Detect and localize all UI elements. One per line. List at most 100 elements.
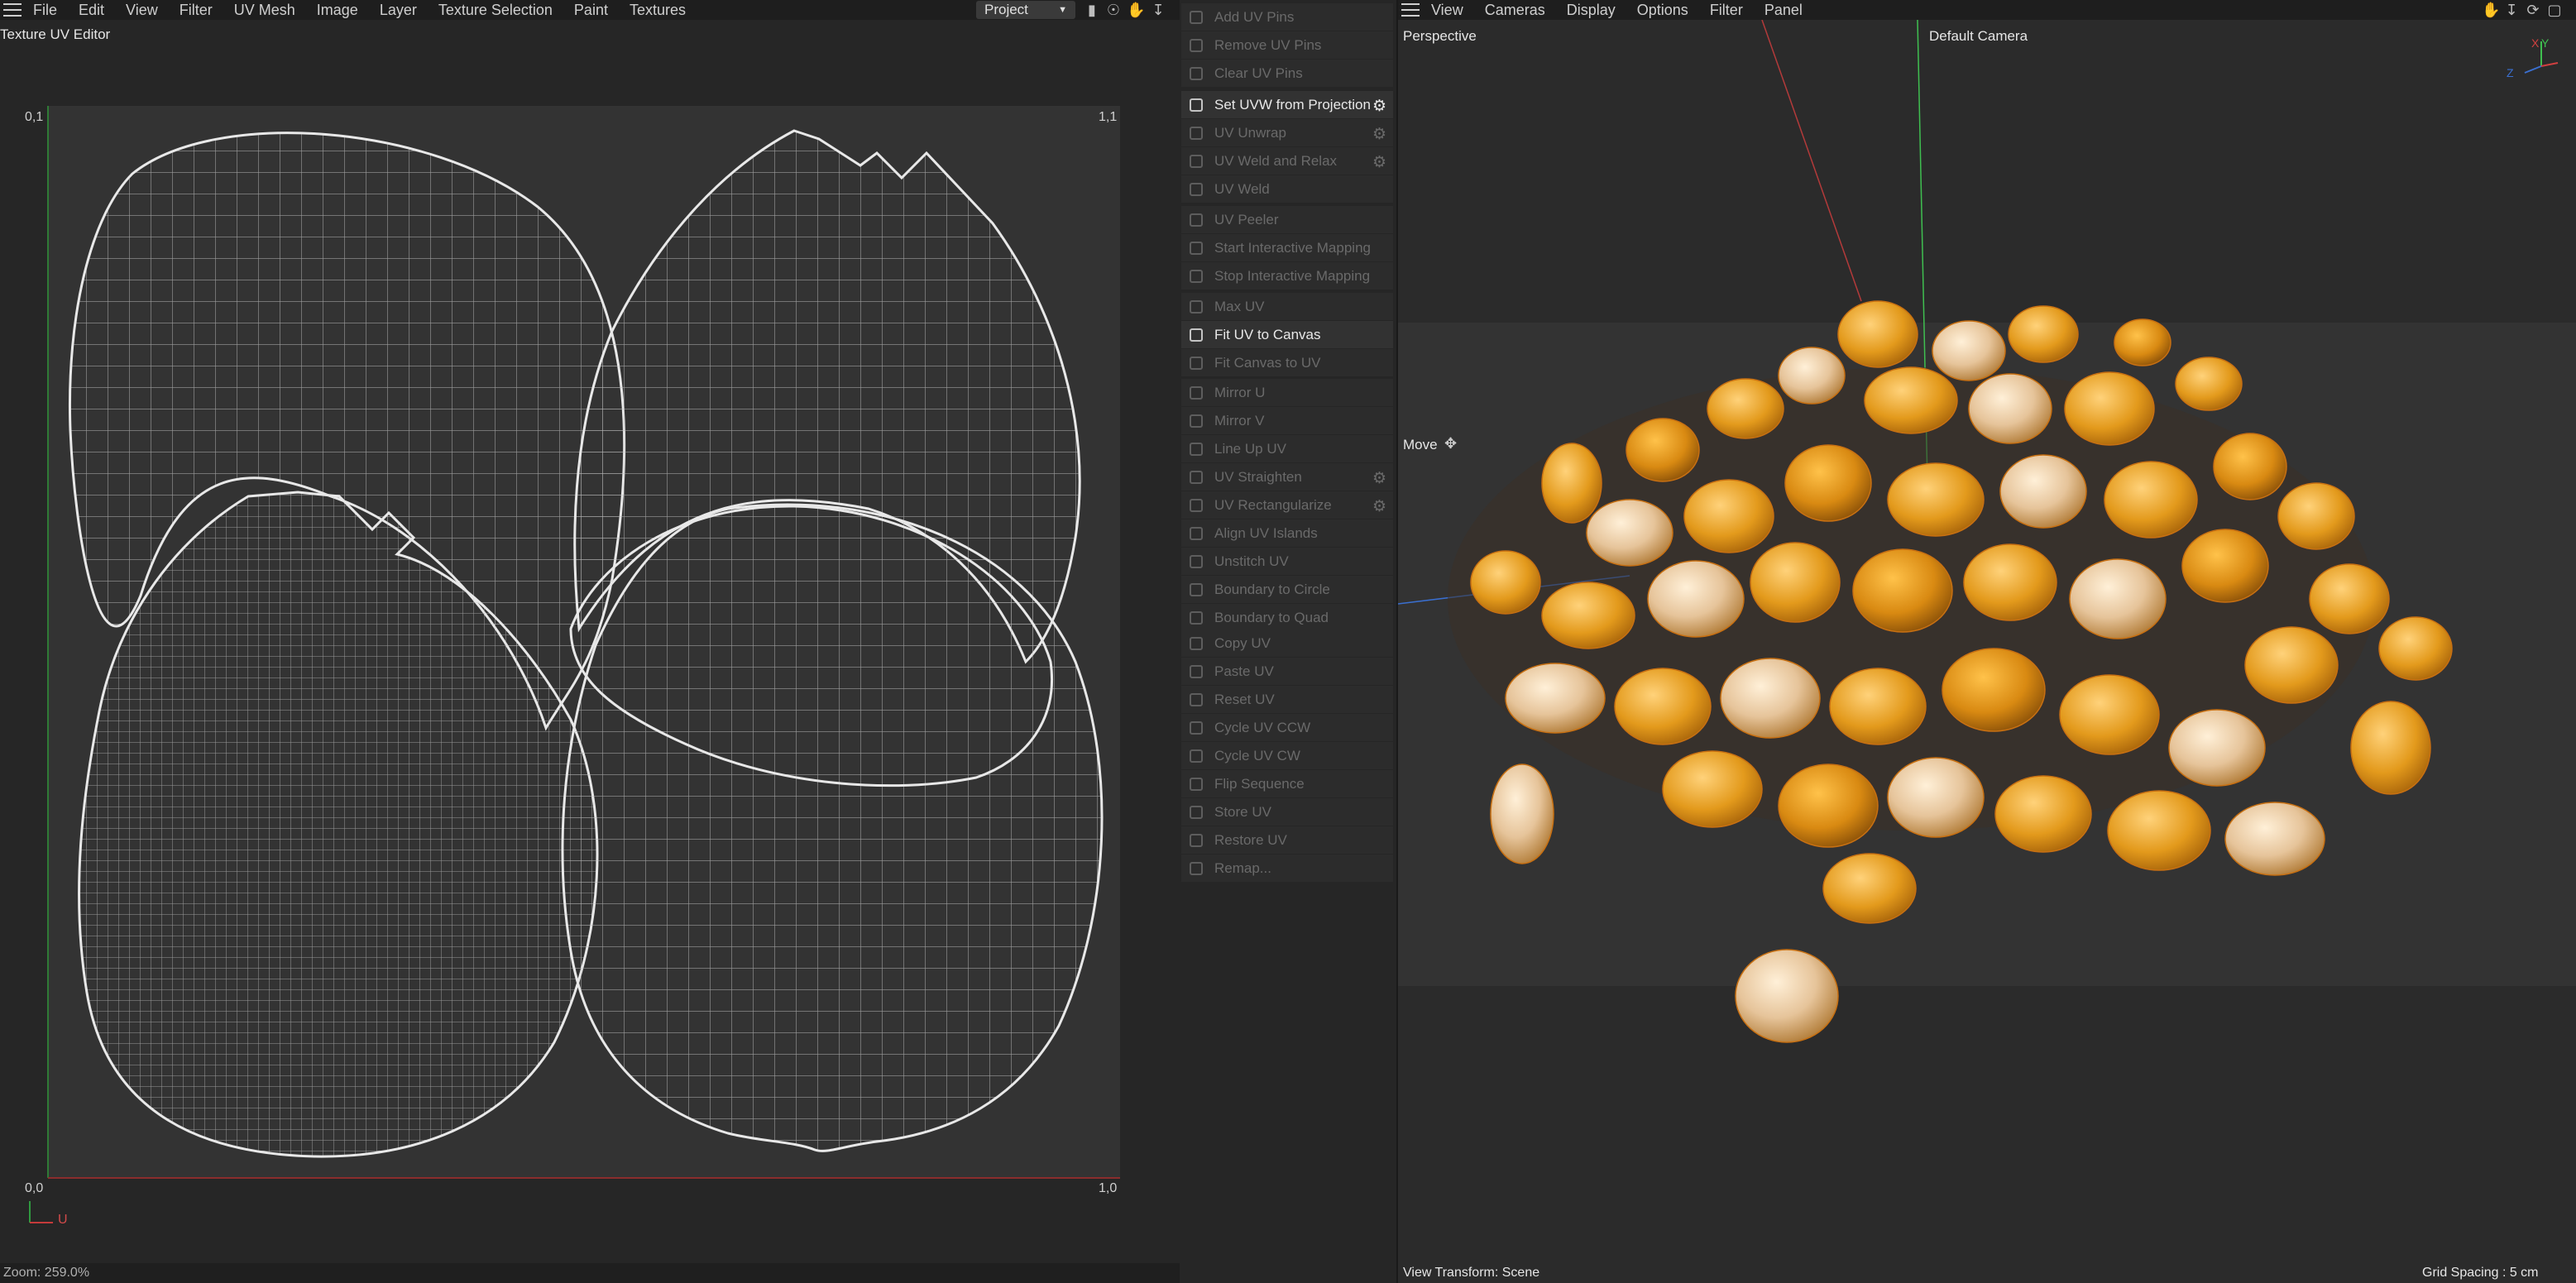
cmd-label: Stop Interactive Mapping (1214, 267, 1371, 284)
straighten-icon (1190, 470, 1203, 484)
view-transform-label: View Transform: Scene (1403, 1266, 1540, 1280)
grid-spacing-label: Grid Spacing : 5 cm (2422, 1266, 2539, 1280)
cmd-label: Boundary to Circle (1214, 581, 1330, 597)
cmd-flip-sequence[interactable]: Flip Sequence (1181, 770, 1393, 798)
viewport-menu-hamburger-icon[interactable] (1401, 3, 1420, 17)
cmd-label: Paste UV (1214, 663, 1274, 679)
max-uv-icon (1190, 299, 1203, 314)
vp-menu-panel[interactable]: Panel (1764, 2, 1803, 19)
cmd-label: UV Unwrap (1214, 124, 1286, 141)
vp-menu-options[interactable]: Options (1637, 2, 1688, 19)
rectangularize-icon (1190, 498, 1203, 512)
uv-status-bar (0, 1263, 1180, 1283)
uv-corner-top-left: 0,1 (25, 110, 44, 124)
cmd-boundary-to-circle[interactable]: Boundary to Circle (1181, 576, 1393, 604)
cmd-remap[interactable]: Remap... (1181, 855, 1393, 883)
cmd-fit-uv-to-canvas[interactable]: Fit UV to Canvas (1181, 321, 1393, 349)
rotate-cw-icon (1190, 749, 1203, 763)
cmd-set-uvw-from-projection[interactable]: Set UVW from Projection ⚙ (1181, 91, 1393, 119)
cmd-label: Align UV Islands (1214, 524, 1318, 541)
gear-icon[interactable]: ⚙ (1372, 497, 1386, 516)
cmd-group-transform: Mirror U Mirror V Line Up UV UV Straight… (1181, 379, 1393, 632)
weld-icon (1190, 182, 1203, 196)
cmd-label: Start Interactive Mapping (1214, 239, 1371, 256)
pin-remove-icon (1190, 38, 1203, 52)
cmd-paste-uv[interactable]: Paste UV (1181, 658, 1393, 686)
cmd-uv-rectangularize[interactable]: UV Rectangularize ⚙ (1181, 491, 1393, 519)
cmd-add-uv-pins[interactable]: Add UV Pins (1181, 3, 1393, 31)
cmd-label: Cycle UV CW (1214, 747, 1300, 764)
cmd-label: Boundary to Quad (1214, 609, 1329, 625)
projection-icon (1190, 98, 1203, 112)
align-islands-icon (1190, 526, 1203, 540)
copy-icon (1190, 636, 1203, 650)
unstitch-icon (1190, 554, 1203, 568)
cmd-cycle-uv-cw[interactable]: Cycle UV CW (1181, 742, 1393, 770)
flip-icon (1190, 777, 1203, 791)
cmd-line-up-uv[interactable]: Line Up UV (1181, 435, 1393, 463)
cmd-start-interactive-mapping[interactable]: Start Interactive Mapping (1181, 234, 1393, 262)
play-icon (1190, 241, 1203, 255)
cmd-boundary-to-quad[interactable]: Boundary to Quad (1181, 604, 1393, 632)
gear-icon[interactable]: ⚙ (1372, 153, 1386, 172)
vp-dolly-icon[interactable]: ↧ (2503, 2, 2520, 18)
cmd-label: Remove UV Pins (1214, 36, 1322, 53)
cmd-label: Clear UV Pins (1214, 65, 1303, 81)
cmd-cycle-uv-ccw[interactable]: Cycle UV CCW (1181, 714, 1393, 742)
paste-icon (1190, 664, 1203, 678)
quad-icon (1190, 610, 1203, 625)
cmd-align-uv-islands[interactable]: Align UV Islands (1181, 519, 1393, 548)
cmd-label: UV Peeler (1214, 211, 1279, 227)
cmd-uv-weld[interactable]: UV Weld (1181, 175, 1393, 203)
gear-icon[interactable]: ⚙ (1372, 469, 1386, 488)
store-icon (1190, 805, 1203, 819)
cmd-clear-uv-pins[interactable]: Clear UV Pins (1181, 60, 1393, 88)
cmd-copy-uv[interactable]: Copy UV (1181, 630, 1393, 658)
cmd-mirror-v[interactable]: Mirror V (1181, 407, 1393, 435)
vp-maximize-icon[interactable]: ▢ (2546, 2, 2563, 18)
cmd-max-uv[interactable]: Max UV (1181, 293, 1393, 321)
stop-icon (1190, 269, 1203, 283)
cmd-stop-interactive-mapping[interactable]: Stop Interactive Mapping (1181, 262, 1393, 290)
cmd-label: Cycle UV CCW (1214, 719, 1311, 735)
cmd-group-fit: Max UV Fit UV to Canvas Fit Canvas to UV (1181, 293, 1393, 377)
cmd-unstitch-uv[interactable]: Unstitch UV (1181, 548, 1393, 576)
cmd-label: Reset UV (1214, 691, 1275, 707)
zoom-label: Zoom: 259.0% (3, 1266, 90, 1280)
cmd-group-unwrap: Set UVW from Projection ⚙ UV Unwrap ⚙ UV W… (1181, 91, 1393, 203)
cmd-reset-uv[interactable]: Reset UV (1181, 686, 1393, 714)
mirror-v-icon (1190, 414, 1203, 428)
vp-menu-display[interactable]: Display (1567, 2, 1616, 19)
cmd-restore-uv[interactable]: Restore UV (1181, 826, 1393, 855)
cmd-uv-weld-and-relax[interactable]: UV Weld and Relax ⚙ (1181, 147, 1393, 175)
vp-menu-filter[interactable]: Filter (1710, 2, 1743, 19)
gear-icon[interactable]: ⚙ (1372, 97, 1386, 116)
cmd-group-pins: Add UV Pins Remove UV Pins Clear UV Pins (1181, 3, 1393, 88)
cmd-label: Line Up UV (1214, 440, 1286, 457)
cmd-label: Restore UV (1214, 831, 1287, 848)
vp-rotate-icon[interactable]: ⟳ (2525, 2, 2541, 18)
cmd-group-clipboard: Copy UV Paste UV Reset UV Cycle UV CCW C… (1181, 630, 1393, 883)
cmd-uv-unwrap[interactable]: UV Unwrap ⚙ (1181, 119, 1393, 147)
gear-icon[interactable]: ⚙ (1372, 125, 1386, 144)
unwrap-icon (1190, 126, 1203, 140)
vp-menu-view[interactable]: View (1431, 2, 1463, 19)
cmd-store-uv[interactable]: Store UV (1181, 798, 1393, 826)
cmd-label: UV Weld and Relax (1214, 152, 1338, 169)
cmd-mirror-u[interactable]: Mirror U (1181, 379, 1393, 407)
vp-pan-hand-icon[interactable]: ✋ (2482, 2, 2500, 18)
rotate-ccw-icon (1190, 720, 1203, 735)
cmd-label: Flip Sequence (1214, 775, 1305, 792)
cmd-remove-uv-pins[interactable]: Remove UV Pins (1181, 31, 1393, 60)
peeler-icon (1190, 213, 1203, 227)
uv-wireframe (29, 106, 1120, 1223)
mirror-u-icon (1190, 385, 1203, 400)
cmd-label: Unstitch UV (1214, 553, 1289, 569)
reset-icon (1190, 692, 1203, 706)
cmd-uv-peeler[interactable]: UV Peeler (1181, 206, 1393, 234)
cmd-label: UV Weld (1214, 180, 1270, 197)
cmd-label: Remap... (1214, 859, 1271, 876)
cmd-fit-canvas-to-uv[interactable]: Fit Canvas to UV (1181, 349, 1393, 377)
vp-menu-cameras[interactable]: Cameras (1485, 2, 1545, 19)
cmd-uv-straighten[interactable]: UV Straighten ⚙ (1181, 463, 1393, 491)
